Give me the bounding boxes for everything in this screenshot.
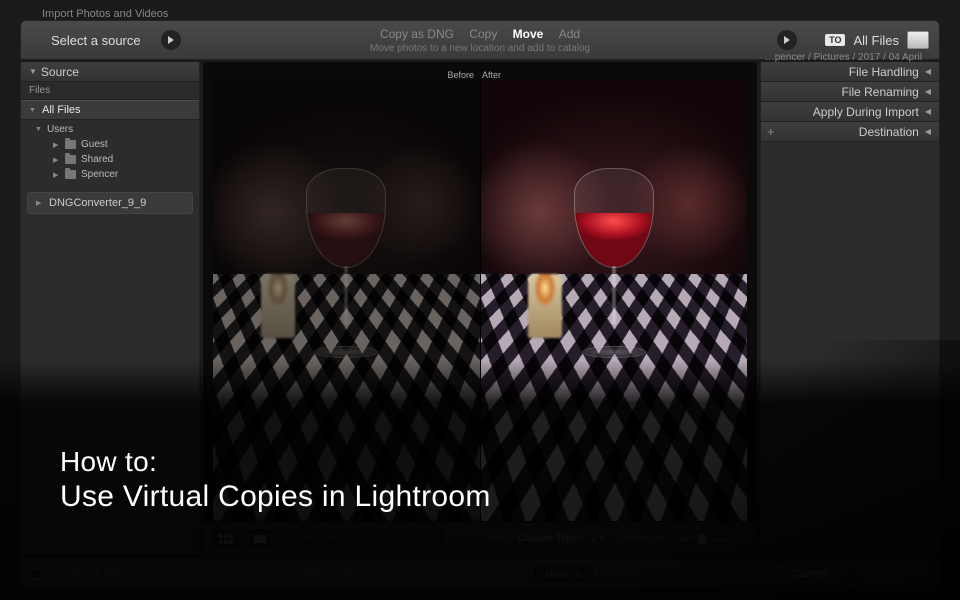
before-after-split[interactable] [213,80,747,521]
destination-header[interactable]: + Destination ◀ [761,122,939,142]
spencer-label: Spencer [81,169,118,180]
chevron-down-icon: ▼ [29,62,37,82]
chevron-left-icon: ◀ [925,82,931,102]
destination-arrow-button[interactable] [777,30,797,50]
tree-row-users[interactable]: ▼ Users [21,122,199,137]
chevron-right-icon: ▶ [53,156,60,164]
sort-value[interactable]: Capture Time [517,533,577,544]
chevron-left-icon: ◀ [925,102,931,122]
mode-add[interactable]: Add [559,27,580,41]
folder-icon [65,140,76,149]
all-files-row[interactable]: ▼ All Files [21,100,199,120]
folder-icon [65,155,76,164]
before-image [213,80,480,521]
after-label: After [478,70,747,80]
grid-view-button[interactable] [213,530,239,548]
apply-during-import-label: Apply During Import [813,102,919,122]
folder-tree: ▼ Users ▶ Guest ▶ Shared ▶ Spencer [21,120,199,188]
file-handling-label: File Handling [849,62,919,82]
select-source-label[interactable]: Select a source [51,33,141,48]
dng-converter-row[interactable]: ▶ DNGConverter_9_9 [27,192,193,214]
chevron-down-icon: ▼ [35,126,42,133]
tree-row-shared[interactable]: ▶ Shared [21,152,199,167]
import-preset-value: None [545,569,569,580]
uncheck-all-button[interactable]: Uncheck All [361,529,443,548]
center-toolbar: Check All Uncheck All Sort: Capture Time… [203,521,757,555]
files-subheader: Files [21,82,199,100]
after-image [481,80,748,521]
shared-label: Shared [81,154,113,165]
tree-row-guest[interactable]: ▶ Guest [21,137,199,152]
disk-icon[interactable] [907,31,929,49]
plus-icon[interactable]: + [767,122,775,142]
source-arrow-button[interactable] [161,30,181,50]
chevron-updown-icon: ⇅ [575,570,582,579]
chevron-right-icon: ▶ [53,171,60,179]
check-all-button[interactable]: Check All [281,529,353,548]
sort-chevron-icon[interactable]: ▲▼ [589,534,605,543]
sort-label: Sort: [488,533,509,544]
source-panel-title: Source [41,62,191,82]
mode-copy[interactable]: Copy [469,27,497,41]
thumbnail-size-slider[interactable] [677,537,747,541]
mode-subtitle: Move photos to a new location and add to… [370,43,590,54]
tree-row-spencer[interactable]: ▶ Spencer [21,167,199,182]
all-files-label: All Files [42,104,81,116]
source-panel: ▼ Source Files ▼ All Files ▼ Users ▶ Gue… [20,62,200,556]
chevron-right-icon: ▶ [53,141,60,149]
bottom-bar: 0 photos / 0 bytes Import Preset : None … [20,558,940,590]
preview-panel: Before After [202,62,758,556]
right-panel: File Handling ◀ File Renaming ◀ Apply Du… [760,62,940,556]
destination-label[interactable]: All Files [853,33,899,48]
to-badge: TO [825,34,845,46]
cancel-button[interactable]: Cancel [772,563,848,585]
file-handling-header[interactable]: File Handling ◀ [761,62,939,82]
chevron-right-icon: ▶ [36,199,43,207]
loupe-view-button[interactable] [247,530,273,548]
source-panel-header[interactable]: ▼ Source [21,62,199,82]
chevron-left-icon: ◀ [925,122,931,142]
import-preset-select[interactable]: None ⇅ [534,567,593,582]
mode-copy-as-dng[interactable]: Copy as DNG [380,27,454,41]
import-button[interactable]: Import [856,563,929,585]
file-renaming-header[interactable]: File Renaming ◀ [761,82,939,102]
mode-move[interactable]: Move [513,27,544,41]
dng-converter-label: DNGConverter_9_9 [49,197,146,209]
apply-during-import-header[interactable]: Apply During Import ◀ [761,102,939,122]
thumbnails-label: Thumbnails [617,533,669,544]
users-label: Users [47,124,73,135]
file-renaming-label: File Renaming [841,82,918,102]
folder-icon [65,170,76,179]
import-preset-label: Import Preset : [298,569,364,580]
before-label: Before [213,70,478,80]
dialog-title: Import Photos and Videos [42,8,168,20]
destination-label: Destination [859,122,919,142]
import-mode-tabs: Copy as DNG Copy Move Add Move photos to… [370,27,590,54]
chevron-left-icon: ◀ [925,62,931,82]
status-text: 0 photos / 0 bytes [49,569,128,580]
guest-label: Guest [81,139,108,150]
select-all-checkbox[interactable] [31,569,41,579]
chevron-down-icon: ▼ [29,107,36,114]
